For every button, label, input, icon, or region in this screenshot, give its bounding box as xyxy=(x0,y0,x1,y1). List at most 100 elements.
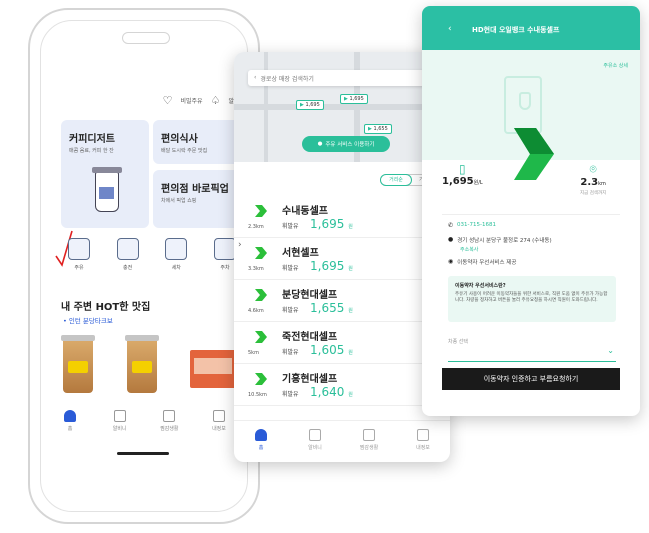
drink-image[interactable] xyxy=(59,335,97,393)
category-wash[interactable]: 세차 xyxy=(158,236,194,280)
station-price: 1,655 원 xyxy=(310,301,353,315)
station-price: 1,695 원 xyxy=(310,259,353,273)
phone-icon: ✆ xyxy=(448,222,454,229)
nav-home[interactable]: 홈 xyxy=(244,429,278,462)
map-price-pin[interactable]: ▶ 1,655 xyxy=(364,124,392,134)
card-title: 편의점 바로픽업 xyxy=(161,184,229,195)
button-label: 주유 서비스 이용하기 xyxy=(325,142,375,148)
category-label: 세차 xyxy=(171,265,181,271)
map-price-pin[interactable]: ▶ 1,695 xyxy=(296,100,324,110)
phone-speaker xyxy=(122,32,170,44)
phone-number[interactable]: 031-715-1681 xyxy=(457,222,496,229)
snack-box-image[interactable] xyxy=(190,350,236,388)
request-service-button[interactable]: 이동약자 인증하고 부름요청하기 xyxy=(442,368,620,390)
fuel-icon: ▯ xyxy=(459,162,466,176)
nav-label: 홈 xyxy=(258,445,264,451)
fuel-type: 휘발유 xyxy=(282,391,299,398)
service-notice: 이동약자 우선서비스란? 주유기 사용이 어려운 이동약자들을 위한 서비스로,… xyxy=(448,276,616,322)
nav-life[interactable]: 찜감생활 xyxy=(352,429,386,462)
nav-profile[interactable]: 내정보 xyxy=(406,429,440,462)
station-name: 서현셀프 xyxy=(282,248,319,259)
station-name: 분당현대셀프 xyxy=(282,290,338,301)
oilbank-logo-icon xyxy=(255,289,267,301)
oilbank-logo-icon xyxy=(514,128,554,180)
station-distance: 3.3km xyxy=(248,266,264,272)
station-row[interactable]: 10.5km 기흥현대셀프 휘발유 1,640 원 xyxy=(234,364,450,406)
station-distance: 4.6km xyxy=(248,308,264,314)
store-icon xyxy=(113,410,126,422)
nav-label: 찜감생활 xyxy=(359,445,379,451)
pin-price: 1,695 xyxy=(349,96,364,102)
home-icon xyxy=(255,429,267,441)
nav-shop[interactable]: 알비니 xyxy=(105,410,135,440)
distance-stat: ⌾ 2.3km 지금 검색까지 xyxy=(580,162,606,196)
station-name: 수내동셀프 xyxy=(282,206,328,217)
fuel-service-button[interactable]: ● 주유 서비스 이용하기 xyxy=(302,136,390,152)
category-charge[interactable]: 충전 xyxy=(110,236,146,280)
fuel-type: 휘발유 xyxy=(282,349,299,356)
nav-shop[interactable]: 알비니 xyxy=(298,429,332,462)
location-pin-icon: ● xyxy=(448,236,454,243)
back-arrow-icon[interactable]: ‹ xyxy=(448,24,452,34)
section-subtitle[interactable]: • 인턴 분당타크보 xyxy=(63,315,113,325)
car-wash-icon xyxy=(165,238,188,260)
drink-image[interactable] xyxy=(123,335,161,393)
distance-caption: 지금 검색까지 xyxy=(580,191,607,196)
fuel-type: 휘발유 xyxy=(282,223,299,230)
station-price: 1,640 원 xyxy=(310,385,353,399)
ev-charger-icon xyxy=(116,238,139,260)
copy-address-button[interactable]: 주소복사 xyxy=(460,246,478,253)
search-input[interactable]: ‹ 경로상 매장 검색하기 xyxy=(248,70,438,86)
fuel-type: 휘발유 xyxy=(282,265,299,272)
bottom-nav: 홈 알비니 찜감생활 내정보 xyxy=(234,420,450,462)
service-text: 이동약자 우선서비스 제공 xyxy=(457,260,517,266)
category-label: 충전 xyxy=(123,265,133,271)
back-chevron-icon[interactable]: ‹ xyxy=(254,74,256,82)
nav-profile[interactable]: 내정보 xyxy=(204,410,234,440)
oilbank-logo-icon xyxy=(255,373,267,385)
nav-label: 알비니 xyxy=(308,445,322,451)
station-list-screen: ‹ 경로상 매장 검색하기 ▶ 1,695 ▶ 1,695 ▶ 1,655 ● … xyxy=(234,52,450,462)
coffee-cup-icon xyxy=(92,167,122,212)
station-row[interactable]: 2.3km 수내동셀프 휘발유 1,695 원 xyxy=(234,196,450,238)
detail-header: ‹ HD현대 오일뱅크 수내동셀프 xyxy=(422,6,640,50)
favorite-label[interactable]: 비밀주유 xyxy=(181,96,203,105)
store-icon xyxy=(309,429,321,441)
map-view[interactable]: ‹ 경로상 매장 검색하기 ▶ 1,695 ▶ 1,695 ▶ 1,655 ● … xyxy=(234,52,450,162)
station-row[interactable]: 3.3km 서현셀프 휘발유 1,695 원 xyxy=(234,238,450,280)
card-title: 편의식사 xyxy=(161,134,198,145)
card-meal[interactable]: 편의식사 배달 도시락 주문 맛집 xyxy=(153,120,240,164)
sort-distance[interactable]: 거리순 xyxy=(381,175,411,185)
bell-icon[interactable]: ♤ xyxy=(211,94,221,107)
heart-icon[interactable]: ♡ xyxy=(163,94,173,107)
station-row[interactable]: 5km 죽전현대셀프 휘발유 1,605 원 xyxy=(234,322,450,364)
divider xyxy=(442,214,620,215)
card-subtitle: 차에서 픽업 쇼핑 xyxy=(161,198,197,204)
service-row: ◉ 이동약자 우선서비스 제공 xyxy=(448,258,516,266)
nav-label: 알비니 xyxy=(112,426,127,432)
nav-label: 홈 xyxy=(67,426,73,432)
vehicle-select[interactable] xyxy=(448,346,616,362)
nav-life[interactable]: 찜감생활 xyxy=(154,410,184,440)
station-price: 1,605 원 xyxy=(310,343,353,357)
phone-row[interactable]: ✆ 031-715-1681 xyxy=(448,222,496,229)
top-links: ♡ 비밀주유 ♤ 알 xyxy=(163,94,234,107)
notice-answer: 주유기 사용이 어려운 이동약자들을 위한 서비스로, 직원 도움 없이 주유가… xyxy=(455,292,608,304)
price-value: 1,695원/L xyxy=(442,176,483,187)
pin-price: 1,655 xyxy=(373,126,388,132)
map-price-pin[interactable]: ▶ 1,695 xyxy=(340,94,368,104)
pin-price: 1,695 xyxy=(305,102,320,108)
station-distance: 2.3km xyxy=(248,224,264,230)
fuel-pump-icon xyxy=(68,238,90,260)
card-convenience-pickup[interactable]: 편의점 바로픽업 차에서 픽업 쇼핑 xyxy=(153,170,240,228)
station-row[interactable]: 4.6km 분당현대셀프 휘발유 1,655 원 xyxy=(234,280,450,322)
card-coffee-dessert[interactable]: 커피디저트 매콤 음료, 커피 한 잔 xyxy=(61,120,149,228)
station-detail-link[interactable]: 주유소 상세 xyxy=(603,62,628,69)
nav-label: 내정보 xyxy=(212,426,226,432)
oilbank-logo-icon xyxy=(255,205,267,217)
category-fuel[interactable]: 주유 xyxy=(61,236,97,280)
nav-home[interactable]: 홈 xyxy=(55,410,85,440)
location-pin-icon: ⌾ xyxy=(589,162,597,176)
station-price: 1,695 원 xyxy=(310,217,353,231)
distance-value: 2.3km xyxy=(580,177,606,188)
